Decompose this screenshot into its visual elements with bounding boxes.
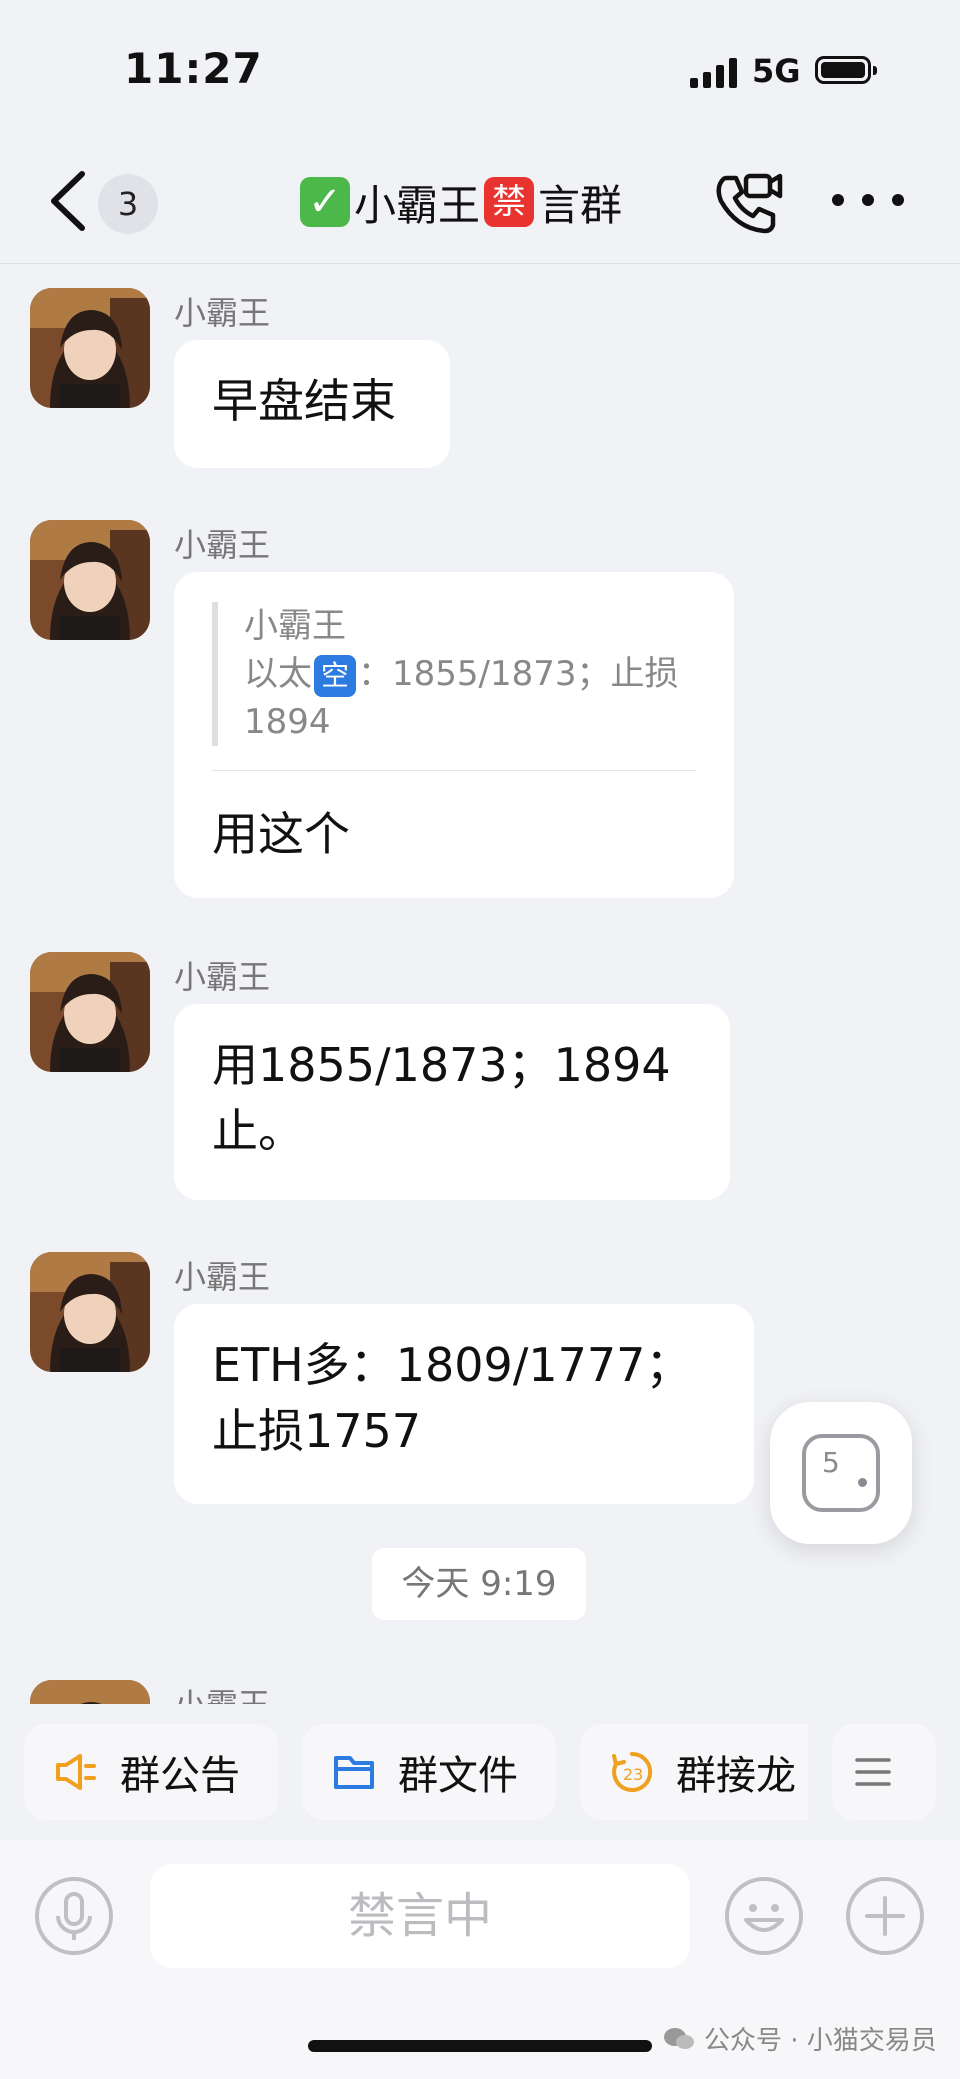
check-mark-icon: ✓ xyxy=(300,177,350,227)
watermark-text: 公众号 · 小猫交易员 xyxy=(704,2026,937,2056)
sender-name: 小霸王 xyxy=(174,526,271,564)
unread-badge[interactable]: 3 xyxy=(98,174,158,234)
group-relay-button[interactable]: 23 群接龙 xyxy=(580,1724,808,1820)
signal-icon xyxy=(690,58,738,88)
avatar[interactable] xyxy=(30,1680,150,1704)
sender-name: 小霸王 xyxy=(174,958,271,996)
kong-emoji-icon: 空 xyxy=(314,654,356,697)
chat-header: 3 ✓ 小霸王 禁 言群 xyxy=(0,140,960,264)
sender-name: 小霸王 xyxy=(174,1258,271,1296)
more-actions-button[interactable] xyxy=(832,1724,936,1820)
floating-number: 5 xyxy=(822,1446,840,1479)
quote-divider xyxy=(212,770,696,771)
wechat-icon xyxy=(664,2027,694,2049)
megaphone-icon xyxy=(56,1754,96,1790)
message-text: 用这个 xyxy=(212,807,350,861)
floating-assistant-button[interactable]: 5 xyxy=(770,1402,912,1544)
chat-messages[interactable]: 小霸王 早盘结束 小霸王 小霸王 以太空：1855/1873；止损 1894 用… xyxy=(0,264,960,1704)
message-bubble[interactable]: 早盘结束 xyxy=(174,340,450,468)
title-part1: 小霸王 xyxy=(354,180,481,230)
title-part2: 言群 xyxy=(538,180,623,230)
message-text-line2: 止。 xyxy=(212,1104,304,1158)
quick-action-label: 群接龙 xyxy=(676,1753,796,1799)
group-files-button[interactable]: 群文件 xyxy=(302,1724,556,1820)
quick-action-bar: 群公告 群文件 23 群接龙 xyxy=(0,1704,960,1834)
folder-icon xyxy=(334,1756,374,1789)
message-bubble[interactable]: ETH多：1809/1777； 止损1757 xyxy=(174,1304,754,1504)
quick-action-label: 群公告 xyxy=(120,1753,240,1799)
emoji-icon[interactable] xyxy=(724,1876,804,1956)
watermark: 公众号 · 小猫交易员 xyxy=(662,2020,937,2057)
group-title[interactable]: ✓ 小霸王 禁 言群 xyxy=(300,172,622,232)
sender-name: 小霸王 xyxy=(174,294,271,332)
avatar[interactable] xyxy=(30,952,150,1072)
svg-text:23: 23 xyxy=(623,1765,643,1784)
message-input[interactable]: 禁言中 xyxy=(150,1864,690,1968)
message-bubble[interactable]: 小霸王 以太空：1855/1873；止损 1894 用这个 xyxy=(174,572,734,898)
floating-badge-icon: 5 xyxy=(802,1434,880,1512)
quoted-text-line2: 1894 xyxy=(244,702,331,742)
quoted-sender: 小霸王 xyxy=(244,606,346,646)
ban-emoji-icon: 禁 xyxy=(484,177,535,227)
avatar[interactable] xyxy=(30,520,150,640)
message-text-line1: 用1855/1873；1894 xyxy=(212,1038,671,1092)
plus-icon[interactable] xyxy=(845,1876,925,1956)
menu-icon xyxy=(855,1758,891,1786)
quoted-message[interactable]: 小霸王 以太空：1855/1873；止损 1894 xyxy=(212,602,696,746)
home-indicator[interactable] xyxy=(308,2040,652,2052)
quick-action-label: 群文件 xyxy=(398,1753,518,1799)
avatar[interactable] xyxy=(30,1252,150,1372)
status-bar: 11:27 5G xyxy=(0,0,960,140)
time-divider: 今天 9:19 xyxy=(372,1548,586,1620)
quoted-text-line1: 以太空：1855/1873；止损 xyxy=(244,650,696,698)
status-time: 11:27 xyxy=(124,44,263,93)
message-bubble[interactable]: 用1855/1873；1894 止。 xyxy=(174,1004,730,1200)
back-icon[interactable] xyxy=(44,168,94,234)
avatar[interactable] xyxy=(30,288,150,408)
group-notice-button[interactable]: 群公告 xyxy=(24,1724,278,1820)
voice-input-icon[interactable] xyxy=(34,1876,114,1956)
sender-name: 小霸王 xyxy=(174,1680,270,1704)
relay-icon: 23 xyxy=(612,1751,653,1792)
more-options-icon[interactable] xyxy=(832,180,904,220)
battery-icon xyxy=(815,56,877,84)
network-type: 5G xyxy=(752,52,801,90)
message-text-line1: ETH多：1809/1777； xyxy=(212,1338,692,1392)
message-text: 早盘结束 xyxy=(212,374,396,428)
video-call-icon[interactable] xyxy=(712,170,784,236)
message-text-line2: 止损1757 xyxy=(212,1404,422,1458)
input-bar: 禁言中 公众号 · 小猫交易员 xyxy=(0,1840,960,2079)
